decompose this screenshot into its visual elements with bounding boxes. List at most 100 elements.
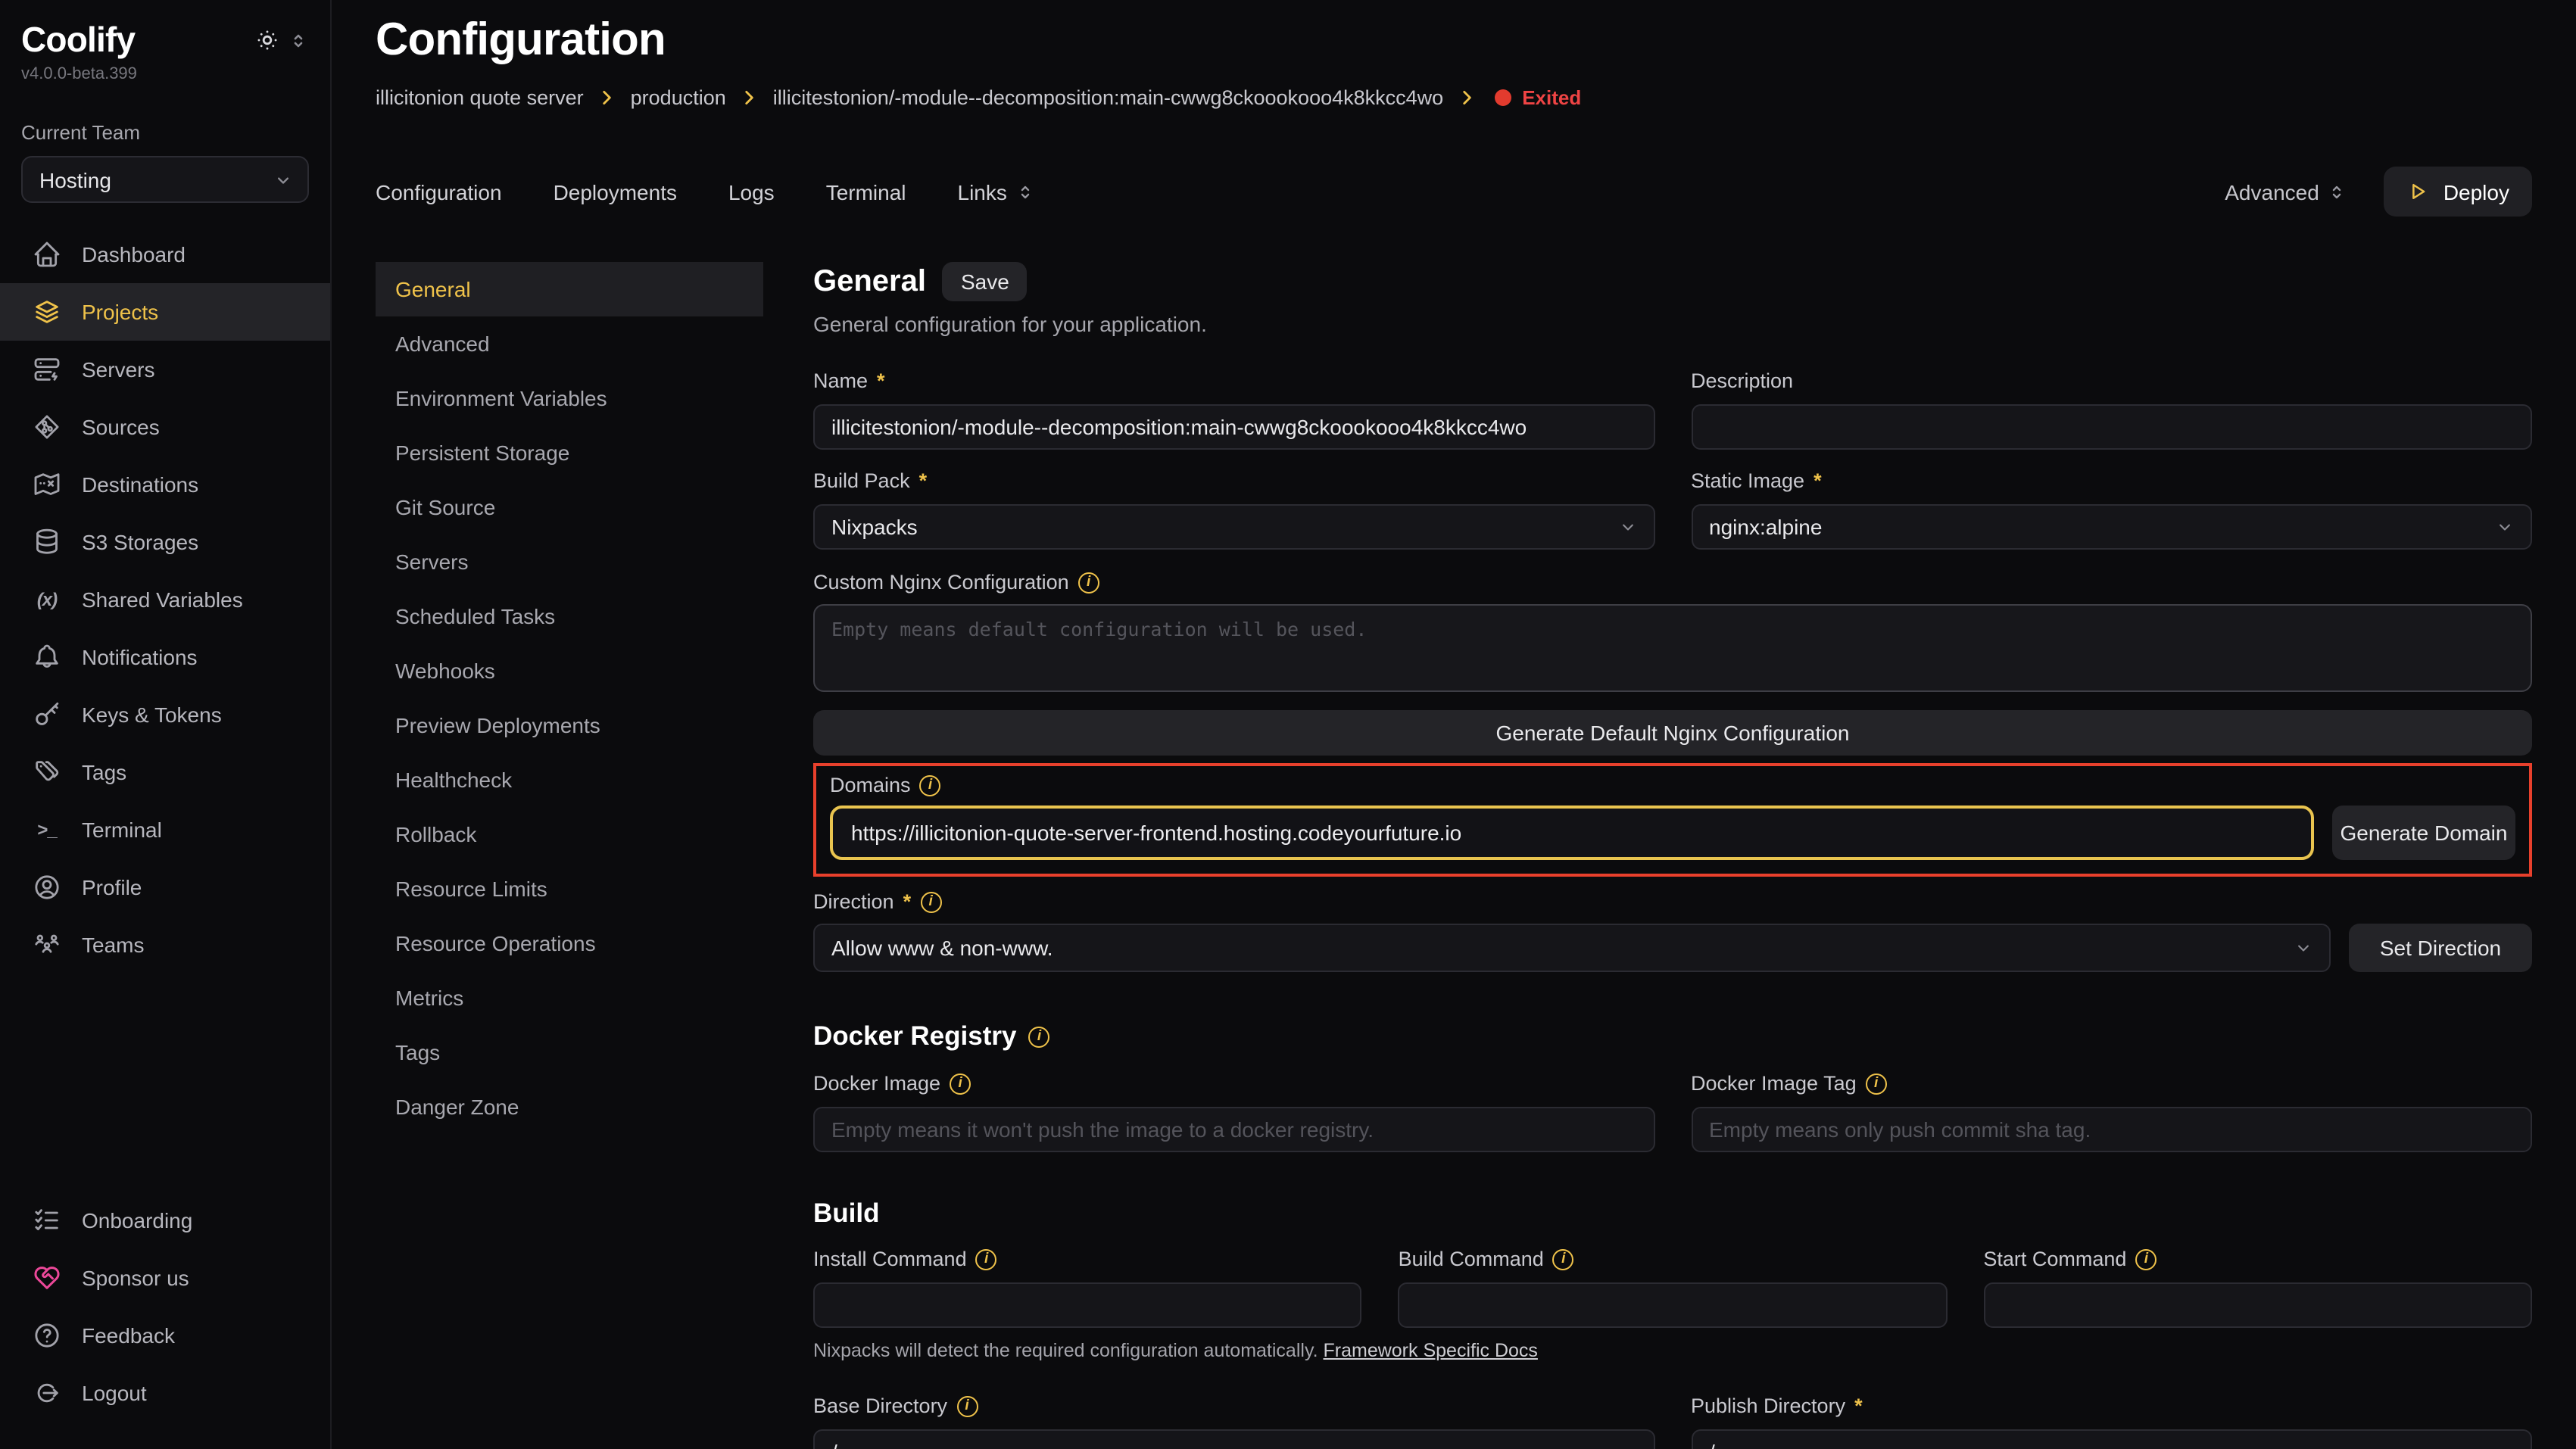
- sidebar-item-sponsor-us[interactable]: Sponsor us: [0, 1249, 330, 1307]
- tab-links[interactable]: Links: [958, 179, 1036, 204]
- sidebar-item-label: Destinations: [82, 472, 198, 497]
- chevron-right-icon: [740, 88, 759, 108]
- subnav-rollback[interactable]: Rollback: [376, 807, 763, 862]
- subnav-danger-zone[interactable]: Danger Zone: [376, 1080, 763, 1134]
- subnav-preview-deployments[interactable]: Preview Deployments: [376, 698, 763, 753]
- build-pack-select[interactable]: Nixpacks: [813, 504, 1654, 550]
- git-icon: [32, 412, 62, 442]
- subnav-resource-limits[interactable]: Resource Limits: [376, 862, 763, 916]
- custom-nginx-textarea[interactable]: [813, 604, 2532, 692]
- team-select[interactable]: Hosting: [21, 156, 309, 203]
- sidebar-item-dashboard[interactable]: Dashboard: [0, 226, 330, 283]
- domains-label: Domains i: [830, 774, 2515, 796]
- theme-toggle-sun-icon[interactable]: [254, 27, 280, 53]
- sidebar-item-notifications[interactable]: Notifications: [0, 628, 330, 686]
- subnav-scheduled-tasks[interactable]: Scheduled Tasks: [376, 589, 763, 643]
- advanced-menu[interactable]: Advanced: [2225, 179, 2348, 204]
- sidebar-item-shared-variables[interactable]: (x) Shared Variables: [0, 571, 330, 628]
- sidebar-item-label: Sources: [82, 415, 160, 439]
- user-circle-icon: [32, 872, 62, 902]
- database-icon: [32, 527, 62, 557]
- subnav-git-source[interactable]: Git Source: [376, 480, 763, 534]
- info-icon[interactable]: i: [1028, 1026, 1049, 1047]
- static-image-select[interactable]: nginx:alpine: [1691, 504, 2532, 550]
- description-input[interactable]: [1691, 404, 2532, 450]
- info-icon[interactable]: i: [1866, 1073, 1887, 1094]
- sidebar-item-label: Keys & Tokens: [82, 703, 222, 727]
- subnav-metrics[interactable]: Metrics: [376, 971, 763, 1025]
- breadcrumb-project[interactable]: illicitonion quote server: [376, 86, 584, 109]
- required-mark: *: [877, 369, 885, 392]
- info-icon[interactable]: i: [2135, 1248, 2157, 1270]
- app-window: Coolify v4.0.0-beta.399 Current Team Hos…: [0, 0, 2576, 1449]
- breadcrumb-environment[interactable]: production: [631, 86, 726, 109]
- set-direction-button[interactable]: Set Direction: [2349, 924, 2532, 972]
- build-pack-value: Nixpacks: [831, 515, 918, 539]
- tab-logs[interactable]: Logs: [728, 179, 775, 204]
- sidebar-item-onboarding[interactable]: Onboarding: [0, 1192, 330, 1249]
- required-mark: *: [903, 890, 912, 913]
- domains-error-highlight: Domains i Generate Domain: [813, 763, 2532, 877]
- subnav-persistent-storage[interactable]: Persistent Storage: [376, 425, 763, 480]
- tab-terminal[interactable]: Terminal: [826, 179, 906, 204]
- tab-configuration[interactable]: Configuration: [376, 179, 502, 204]
- subnav-resource-operations[interactable]: Resource Operations: [376, 916, 763, 971]
- sidebar-item-feedback[interactable]: Feedback: [0, 1307, 330, 1364]
- sidebar-item-teams[interactable]: Teams: [0, 916, 330, 974]
- framework-docs-link[interactable]: Framework Specific Docs: [1324, 1340, 1538, 1361]
- name-input[interactable]: [813, 404, 1654, 450]
- status-label: Exited: [1522, 86, 1581, 109]
- save-button[interactable]: Save: [943, 262, 1028, 301]
- domains-input[interactable]: [830, 806, 2314, 860]
- docker-image-tag-input[interactable]: [1691, 1107, 2532, 1152]
- sidebar-item-keys-tokens[interactable]: Keys & Tokens: [0, 686, 330, 743]
- subnav-general[interactable]: General: [376, 262, 763, 316]
- start-command-input[interactable]: [1983, 1282, 2532, 1328]
- build-command-input[interactable]: [1399, 1282, 1948, 1328]
- subnav-servers[interactable]: Servers: [376, 534, 763, 589]
- info-icon[interactable]: i: [976, 1248, 997, 1270]
- breadcrumb-application[interactable]: illicitestonion/-module--decomposition:m…: [773, 86, 1443, 109]
- generate-nginx-button[interactable]: Generate Default Nginx Configuration: [813, 710, 2532, 756]
- subnav-healthcheck[interactable]: Healthcheck: [376, 753, 763, 807]
- deploy-button[interactable]: Deploy: [2384, 167, 2532, 217]
- subnav-tags[interactable]: Tags: [376, 1025, 763, 1080]
- docker-image-input[interactable]: [813, 1107, 1654, 1152]
- base-directory-input[interactable]: [813, 1429, 1654, 1449]
- install-command-input[interactable]: [813, 1282, 1362, 1328]
- sidebar-item-s3-storages[interactable]: S3 Storages: [0, 513, 330, 571]
- info-icon[interactable]: i: [950, 1073, 971, 1094]
- publish-directory-label: Publish Directory *: [1691, 1394, 2532, 1417]
- docker-image-label: Docker Image i: [813, 1072, 1654, 1095]
- sidebar-item-terminal[interactable]: >_ Terminal: [0, 801, 330, 858]
- info-icon[interactable]: i: [920, 774, 941, 796]
- sidebar-item-projects[interactable]: Projects: [0, 283, 330, 341]
- sidebar-item-destinations[interactable]: Destinations: [0, 456, 330, 513]
- app-logo: Coolify: [21, 20, 135, 61]
- sidebar-item-tags[interactable]: Tags: [0, 743, 330, 801]
- subnav-environment-variables[interactable]: Environment Variables: [376, 371, 763, 425]
- subnav-webhooks[interactable]: Webhooks: [376, 643, 763, 698]
- layers-icon: [32, 297, 62, 327]
- sidebar-nav: Dashboard Projects Servers Sources Desti…: [0, 226, 330, 974]
- sidebar-item-profile[interactable]: Profile: [0, 858, 330, 916]
- generate-domain-button[interactable]: Generate Domain: [2332, 806, 2515, 860]
- name-label: Name*: [813, 369, 1654, 392]
- info-icon[interactable]: i: [1553, 1248, 1574, 1270]
- info-icon[interactable]: i: [1078, 572, 1099, 593]
- direction-label: Direction * i: [813, 890, 2532, 913]
- info-icon[interactable]: i: [920, 891, 941, 912]
- sidebar-item-sources[interactable]: Sources: [0, 398, 330, 456]
- sidebar-item-logout[interactable]: Logout: [0, 1364, 330, 1422]
- subnav-advanced[interactable]: Advanced: [376, 316, 763, 371]
- direction-select[interactable]: Allow www & non-www.: [813, 924, 2331, 972]
- static-image-label: Static Image*: [1691, 469, 2532, 492]
- tab-deployments[interactable]: Deployments: [554, 179, 677, 204]
- base-directory-label: Base Directory i: [813, 1394, 1654, 1417]
- publish-directory-input[interactable]: [1691, 1429, 2532, 1449]
- custom-nginx-label: Custom Nginx Configuration i: [813, 571, 2532, 594]
- chevron-down-icon: [1617, 516, 1638, 538]
- info-icon[interactable]: i: [956, 1395, 978, 1416]
- sidebar-item-servers[interactable]: Servers: [0, 341, 330, 398]
- theme-selector-icon[interactable]: [288, 30, 309, 51]
